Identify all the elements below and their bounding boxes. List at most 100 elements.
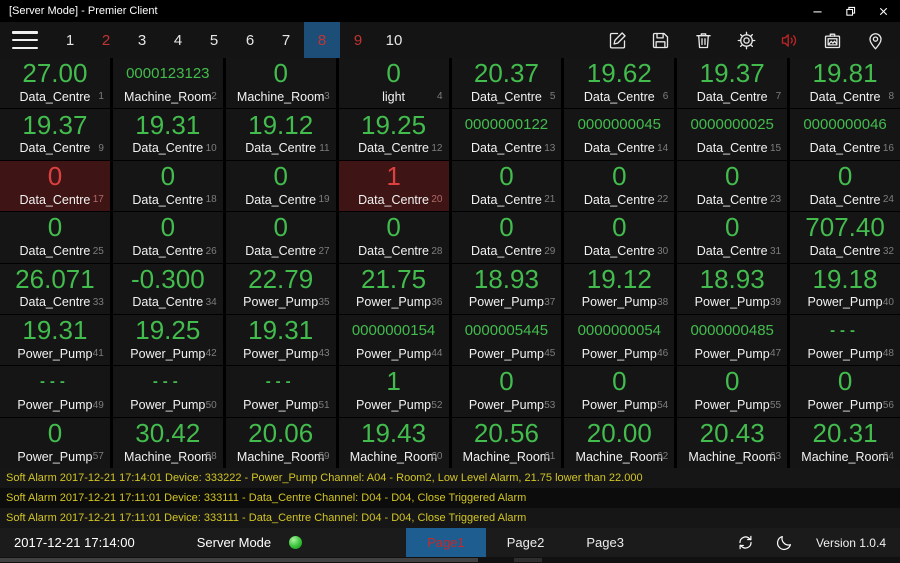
channel-cell-11[interactable]: 19.12 Data_Centre 11 [225, 109, 336, 160]
channel-cell-21[interactable]: 0 Data_Centre 21 [451, 160, 562, 212]
channel-cell-25[interactable]: 0 Data_Centre 25 [0, 212, 110, 263]
channel-cell-52[interactable]: 1 Power_Pump 52 [338, 366, 449, 417]
channel-cell-60[interactable]: 19.43 Machine_Room 60 [338, 417, 449, 468]
channel-cell-44[interactable]: 0000000154 Power_Pump 44 [338, 314, 449, 366]
channel-cell-10[interactable]: 19.31 Data_Centre 10 [112, 109, 223, 160]
alarm-message-1[interactable]: Soft Alarm 2017-12-21 17:14:01 Device: 3… [0, 468, 900, 488]
channel-cell-46[interactable]: 0000000054 Power_Pump 46 [564, 314, 675, 366]
channel-cell-9[interactable]: 19.37 Data_Centre 9 [0, 109, 110, 160]
scrollbar-thumb-secondary[interactable] [514, 558, 542, 562]
snapshot-icon[interactable] [822, 30, 843, 51]
channel-cell-30[interactable]: 0 Data_Centre 30 [564, 212, 675, 263]
channel-cell-28[interactable]: 0 Data_Centre 28 [338, 212, 449, 263]
channel-cell-64[interactable]: 20.31 Machine_Room 64 [790, 417, 900, 468]
screen-tab-2[interactable]: 2 [88, 22, 124, 58]
screen-tab-10[interactable]: 10 [376, 22, 412, 58]
channel-cell-50[interactable]: --- Power_Pump 50 [112, 366, 223, 417]
channel-cell-59[interactable]: 20.06 Machine_Room 59 [225, 417, 336, 468]
sync-icon[interactable] [736, 533, 755, 552]
channel-cell-7[interactable]: 19.37 Data_Centre 7 [677, 58, 788, 109]
screen-tab-7[interactable]: 7 [268, 22, 304, 58]
channel-cell-35[interactable]: 22.79 Power_Pump 35 [225, 263, 336, 314]
channel-cell-58[interactable]: 30.42 Machine_Room 58 [112, 417, 223, 468]
channel-cell-15[interactable]: 0000000025 Data_Centre 15 [677, 109, 788, 160]
delete-icon[interactable] [693, 30, 714, 51]
screen-tab-5[interactable]: 5 [196, 22, 232, 58]
location-icon[interactable] [865, 30, 886, 51]
screen-tab-8[interactable]: 8 [304, 22, 340, 58]
screen-tab-4[interactable]: 4 [160, 22, 196, 58]
channel-cell-53[interactable]: 0 Power_Pump 53 [451, 366, 562, 417]
page-tab-page1[interactable]: Page1 [406, 528, 486, 557]
channel-cell-34[interactable]: -0.300 Data_Centre 34 [112, 263, 223, 314]
channel-cell-61[interactable]: 20.56 Machine_Room 61 [451, 417, 562, 468]
channel-cell-33[interactable]: 26.071 Data_Centre 33 [0, 263, 110, 314]
hamburger-menu-icon[interactable] [12, 31, 38, 49]
page-tab-page3[interactable]: Page3 [565, 528, 645, 557]
channel-cell-8[interactable]: 19.81 Data_Centre 8 [790, 58, 900, 109]
channel-cell-2[interactable]: 0000123123 Machine_Room 2 [112, 58, 223, 109]
channel-cell-19[interactable]: 0 Data_Centre 19 [225, 160, 336, 212]
channel-cell-24[interactable]: 0 Data_Centre 24 [790, 160, 900, 212]
channel-cell-23[interactable]: 0 Data_Centre 23 [677, 160, 788, 212]
channel-cell-45[interactable]: 0000005445 Power_Pump 45 [451, 314, 562, 366]
save-icon[interactable] [650, 30, 671, 51]
channel-cell-1[interactable]: 27.00 Data_Centre 1 [0, 58, 110, 109]
channel-cell-13[interactable]: 0000000122 Data_Centre 13 [451, 109, 562, 160]
screen-tab-3[interactable]: 3 [124, 22, 160, 58]
channel-label-row: Power_Pump 46 [564, 345, 674, 362]
channel-cell-41[interactable]: 19.31 Power_Pump 41 [0, 314, 110, 366]
page-tab-page2[interactable]: Page2 [486, 528, 566, 557]
channel-cell-55[interactable]: 0 Power_Pump 55 [677, 366, 788, 417]
screen-tab-9[interactable]: 9 [340, 22, 376, 58]
channel-cell-3[interactable]: 0 Machine_Room 3 [225, 58, 336, 109]
settings-icon[interactable] [736, 30, 757, 51]
channel-cell-18[interactable]: 0 Data_Centre 18 [112, 160, 223, 212]
channel-cell-27[interactable]: 0 Data_Centre 27 [225, 212, 336, 263]
channel-label-row: Power_Pump 57 [0, 448, 110, 465]
channel-cell-54[interactable]: 0 Power_Pump 54 [564, 366, 675, 417]
sound-on-icon[interactable] [779, 30, 800, 51]
channel-cell-48[interactable]: --- Power_Pump 48 [790, 314, 900, 366]
channel-cell-29[interactable]: 0 Data_Centre 29 [451, 212, 562, 263]
minimize-button[interactable] [801, 0, 834, 22]
channel-cell-36[interactable]: 21.75 Power_Pump 36 [338, 263, 449, 314]
channel-cell-47[interactable]: 0000000485 Power_Pump 47 [677, 314, 788, 366]
night-mode-icon[interactable] [775, 533, 794, 552]
channel-cell-62[interactable]: 20.00 Machine_Room 62 [564, 417, 675, 468]
channel-cell-40[interactable]: 19.18 Power_Pump 40 [790, 263, 900, 314]
channel-cell-49[interactable]: --- Power_Pump 49 [0, 366, 110, 417]
channel-label-row: Data_Centre 7 [677, 88, 787, 105]
channel-cell-57[interactable]: 0 Power_Pump 57 [0, 417, 110, 468]
channel-cell-31[interactable]: 0 Data_Centre 31 [677, 212, 788, 263]
channel-cell-43[interactable]: 19.31 Power_Pump 43 [225, 314, 336, 366]
channel-cell-5[interactable]: 20.37 Data_Centre 5 [451, 58, 562, 109]
channel-cell-4[interactable]: 0 light 4 [338, 58, 449, 109]
screen-tab-1[interactable]: 1 [52, 22, 88, 58]
channel-cell-6[interactable]: 19.62 Data_Centre 6 [564, 58, 675, 109]
scrollbar-thumb[interactable] [0, 558, 478, 562]
restore-button[interactable] [834, 0, 867, 22]
channel-cell-12[interactable]: 19.25 Data_Centre 12 [338, 109, 449, 160]
edit-icon[interactable] [607, 30, 628, 51]
channel-cell-17[interactable]: 0 Data_Centre 17 [0, 160, 110, 212]
alarm-message-3[interactable]: Soft Alarm 2017-12-21 17:11:01 Device: 3… [0, 508, 900, 528]
close-button[interactable] [867, 0, 900, 22]
channel-cell-39[interactable]: 18.93 Power_Pump 39 [677, 263, 788, 314]
alarm-message-2[interactable]: Soft Alarm 2017-12-21 17:11:01 Device: 3… [0, 488, 900, 508]
screen-tab-6[interactable]: 6 [232, 22, 268, 58]
channel-cell-37[interactable]: 18.93 Power_Pump 37 [451, 263, 562, 314]
channel-cell-51[interactable]: --- Power_Pump 51 [225, 366, 336, 417]
channel-cell-56[interactable]: 0 Power_Pump 56 [790, 366, 900, 417]
channel-cell-42[interactable]: 19.25 Power_Pump 42 [112, 314, 223, 366]
horizontal-scrollbar[interactable] [0, 557, 900, 563]
channel-cell-20[interactable]: 1 Data_Centre 20 [338, 160, 449, 212]
channel-cell-32[interactable]: 707.40 Data_Centre 32 [790, 212, 900, 263]
channel-cell-14[interactable]: 0000000045 Data_Centre 14 [564, 109, 675, 160]
channel-cell-63[interactable]: 20.43 Machine_Room 63 [677, 417, 788, 468]
channel-cell-16[interactable]: 0000000046 Data_Centre 16 [790, 109, 900, 160]
channel-cell-38[interactable]: 19.12 Power_Pump 38 [564, 263, 675, 314]
channel-cell-26[interactable]: 0 Data_Centre 26 [112, 212, 223, 263]
channel-cell-22[interactable]: 0 Data_Centre 22 [564, 160, 675, 212]
toolbar-icons [607, 30, 886, 51]
